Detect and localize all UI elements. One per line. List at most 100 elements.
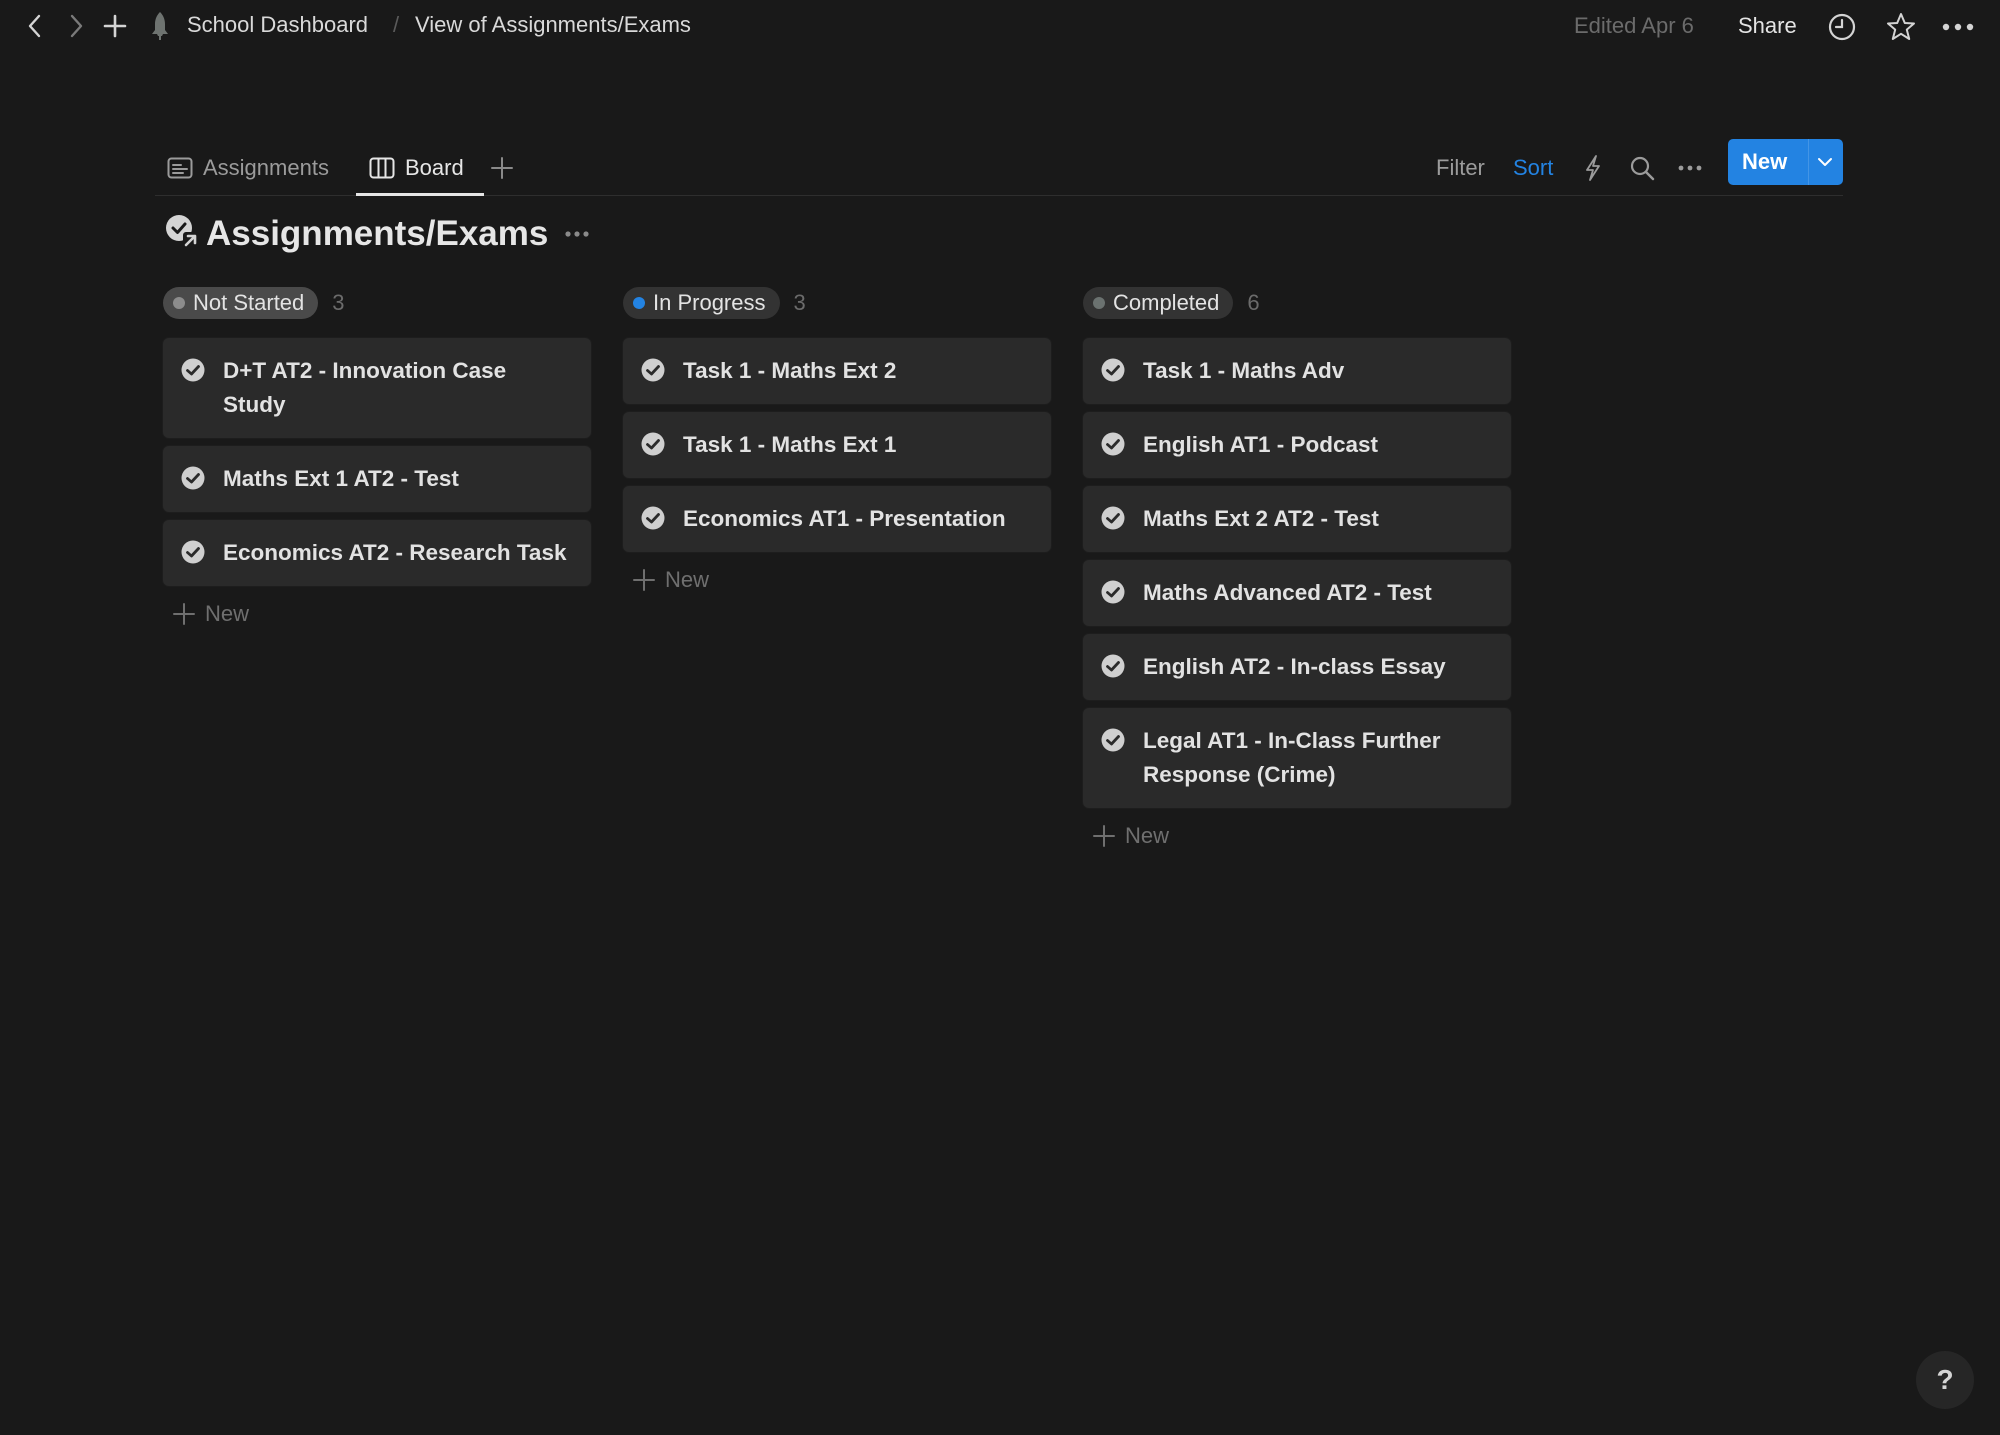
- plus-icon: [633, 569, 655, 591]
- database-options-button[interactable]: [564, 230, 590, 238]
- forward-icon: [70, 14, 83, 38]
- breadcrumb-current-page[interactable]: View of Assignments/Exams: [415, 12, 691, 38]
- rocket-icon: [152, 12, 168, 40]
- help-button[interactable]: ?: [1916, 1351, 1974, 1409]
- add-card-label: New: [1125, 823, 1170, 848]
- add-view-button[interactable]: [491, 140, 513, 196]
- more-icon: [565, 230, 589, 237]
- board-column-in-progress: In Progress 3 Task 1 - Maths Ext 2 Task 1 -…: [623, 284, 1051, 600]
- column-header: Completed 6: [1083, 284, 1511, 322]
- plus-icon: [1093, 825, 1115, 847]
- page-icon: [144, 10, 176, 42]
- card-title: Economics AT1 - Presentation: [683, 506, 1006, 531]
- active-tab-indicator: [356, 193, 484, 196]
- more-icon: [1942, 23, 1974, 31]
- card-list: Task 1 - Maths Adv English AT1 - Podcast M…: [1083, 338, 1511, 808]
- card-title: Legal AT1 - In-Class Further Response (C…: [1143, 728, 1441, 787]
- share-button[interactable]: Share: [1738, 13, 1797, 39]
- breadcrumb-separator: /: [393, 12, 400, 37]
- board-column-not-started: Not Started 3 D+T AT2 - Innovation Case St…: [163, 284, 591, 634]
- back-icon: [28, 14, 41, 38]
- add-card-button[interactable]: New: [1083, 816, 1511, 856]
- card-title: English AT2 - In-class Essay: [1143, 654, 1446, 679]
- status-label: Not Started: [193, 290, 305, 315]
- new-button-label: New: [1742, 149, 1788, 174]
- tab-label: Assignments: [203, 155, 329, 180]
- status-label: Completed: [1113, 290, 1220, 315]
- tab-assignments[interactable]: Assignments: [167, 140, 329, 196]
- board-card[interactable]: Maths Ext 2 AT2 - Test: [1083, 486, 1511, 552]
- board-card[interactable]: English AT2 - In-class Essay: [1083, 634, 1511, 700]
- card-list: D+T AT2 - Innovation Case Study Maths Ext…: [163, 338, 591, 586]
- board-column-completed: Completed 6 Task 1 - Maths Adv English AT1 …: [1083, 284, 1511, 856]
- board-card[interactable]: Task 1 - Maths Adv: [1083, 338, 1511, 404]
- clock-icon: [1828, 13, 1856, 41]
- board-card[interactable]: English AT1 - Podcast: [1083, 412, 1511, 478]
- forward-button[interactable]: [60, 10, 92, 42]
- board-card[interactable]: Economics AT1 - Presentation: [623, 486, 1051, 552]
- board-card[interactable]: Task 1 - Maths Ext 2: [623, 338, 1051, 404]
- check-circle-icon: [641, 506, 665, 530]
- new-button-divider: [1808, 139, 1809, 185]
- status-badge[interactable]: Not Started: [163, 287, 319, 319]
- check-circle-icon: [641, 432, 665, 456]
- board-icon: [369, 157, 395, 179]
- plus-icon: [173, 603, 195, 625]
- board-card[interactable]: Economics AT2 - Research Task: [163, 520, 591, 586]
- board-card[interactable]: Legal AT1 - In-Class Further Response (C…: [1083, 708, 1511, 808]
- column-header: In Progress 3: [623, 284, 1051, 322]
- status-badge[interactable]: Completed: [1083, 287, 1234, 319]
- updates-button[interactable]: [1825, 10, 1859, 44]
- card-title: Maths Ext 1 AT2 - Test: [223, 466, 459, 491]
- add-card-label: New: [665, 567, 710, 592]
- column-header: Not Started 3: [163, 284, 591, 322]
- card-list: Task 1 - Maths Ext 2 Task 1 - Maths Ext 1…: [623, 338, 1051, 552]
- search-icon: [1630, 156, 1655, 181]
- board-card[interactable]: Maths Ext 1 AT2 - Test: [163, 446, 591, 512]
- card-title: English AT1 - Podcast: [1143, 432, 1379, 457]
- column-count: 3: [793, 290, 806, 315]
- board-card[interactable]: Maths Advanced AT2 - Test: [1083, 560, 1511, 626]
- view-tabs-bar: Assignments Board Filter Sort: [155, 140, 1843, 196]
- new-dropdown-toggle[interactable]: [1816, 151, 1834, 179]
- check-circle-icon: [641, 358, 665, 382]
- new-button[interactable]: New: [1728, 139, 1843, 185]
- status-badge[interactable]: In Progress: [623, 287, 780, 319]
- tab-label: Board: [405, 155, 464, 180]
- view-options-button[interactable]: [1678, 140, 1702, 196]
- search-button[interactable]: [1629, 140, 1655, 196]
- automations-button[interactable]: [1584, 140, 1602, 196]
- add-card-button[interactable]: New: [163, 594, 591, 634]
- board-card[interactable]: Task 1 - Maths Ext 1: [623, 412, 1051, 478]
- filter-button[interactable]: Filter: [1436, 140, 1485, 196]
- column-count: 3: [332, 290, 345, 315]
- topbar: School Dashboard / View of Assignments/E…: [0, 0, 2000, 55]
- status-label: In Progress: [653, 290, 766, 315]
- breadcrumb-school-dashboard[interactable]: School Dashboard: [187, 12, 368, 38]
- check-circle-icon: [1101, 728, 1125, 752]
- database-title-text[interactable]: Assignments/Exams: [206, 214, 548, 254]
- list-icon: [167, 157, 193, 179]
- board-card[interactable]: D+T AT2 - Innovation Case Study: [163, 338, 591, 438]
- back-button[interactable]: [19, 10, 51, 42]
- add-card-button[interactable]: New: [623, 560, 1051, 600]
- more-options-button[interactable]: [1941, 10, 1975, 44]
- tab-board[interactable]: Board: [369, 140, 464, 196]
- card-title: Maths Advanced AT2 - Test: [1143, 580, 1432, 605]
- favorite-button[interactable]: [1884, 10, 1918, 44]
- check-circle-icon: [1101, 506, 1125, 530]
- card-title: D+T AT2 - Innovation Case Study: [223, 358, 507, 417]
- linked-check-icon: [164, 213, 200, 254]
- check-circle-icon: [1101, 358, 1125, 382]
- status-dot-icon: [1093, 297, 1105, 309]
- card-title: Economics AT2 - Research Task: [223, 540, 567, 565]
- new-page-button[interactable]: [99, 10, 131, 42]
- more-icon: [1678, 165, 1702, 171]
- plus-icon: [103, 14, 127, 38]
- check-circle-icon: [1101, 432, 1125, 456]
- sort-button[interactable]: Sort: [1513, 140, 1553, 196]
- add-card-label: New: [205, 601, 250, 626]
- star-icon: [1887, 13, 1915, 40]
- card-title: Maths Ext 2 AT2 - Test: [1143, 506, 1379, 531]
- card-title: Task 1 - Maths Adv: [1143, 358, 1345, 383]
